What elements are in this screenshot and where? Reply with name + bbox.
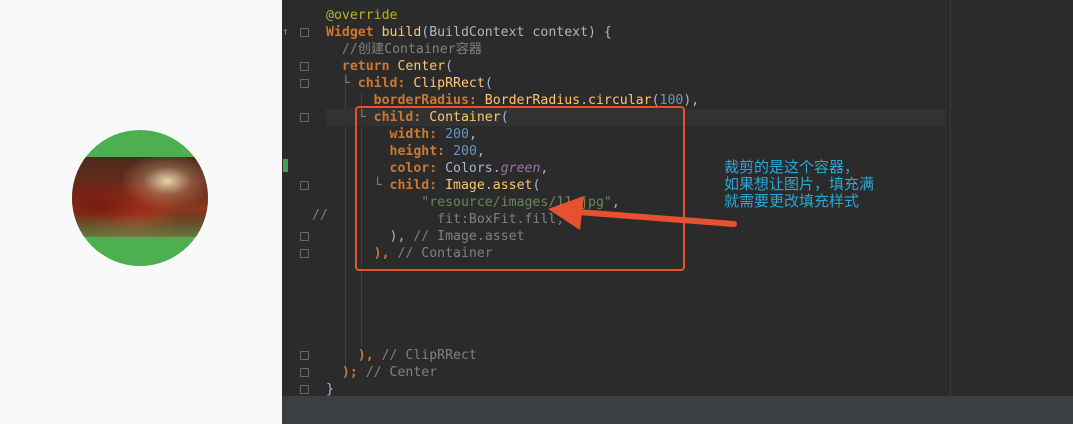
annotation-line: 如果想让图片，填充满 (724, 175, 875, 193)
fold-icon[interactable] (300, 249, 309, 258)
annotation-line: 裁剪的是这个容器， (724, 158, 860, 176)
clipped-circle-container (72, 130, 208, 266)
code-line[interactable]: ); // Center (326, 364, 437, 381)
preview-pane (0, 0, 282, 424)
fold-icon[interactable] (300, 351, 309, 360)
arrow-icon (548, 196, 737, 230)
status-bar (282, 396, 1073, 424)
fold-icon[interactable] (300, 113, 309, 122)
code-line[interactable]: @override (326, 7, 397, 24)
annotation-line: 就需要更改填充样式 (724, 192, 860, 210)
fold-icon[interactable] (300, 79, 309, 88)
fold-icon[interactable] (300, 181, 309, 190)
code-line[interactable]: └ child: ClipRRect( (326, 75, 493, 92)
fold-icon[interactable] (300, 232, 309, 241)
fold-icon[interactable] (300, 62, 309, 71)
code-line[interactable]: ), // ClipRRect (326, 347, 477, 364)
fold-icon[interactable] (300, 28, 309, 37)
fold-icon[interactable] (300, 385, 309, 394)
code-line[interactable]: //创建Container容器 (326, 41, 482, 58)
code-line[interactable]: return Center( (326, 58, 453, 75)
annotation-note: 裁剪的是这个容器， 如果想让图片，填充满 就需要更改填充样式 (724, 159, 874, 210)
container-highlight-box (355, 106, 685, 271)
right-margin-guide (950, 0, 951, 396)
override-marker-icon[interactable]: ↑ (282, 25, 289, 38)
forest-image (72, 157, 208, 237)
fold-icon[interactable] (300, 368, 309, 377)
forest-image-ground (72, 213, 208, 237)
vcs-change-marker (283, 159, 288, 172)
editor-gutter: ↑ // (282, 0, 328, 396)
code-line[interactable]: Widget build(BuildContext context) { (326, 24, 612, 41)
